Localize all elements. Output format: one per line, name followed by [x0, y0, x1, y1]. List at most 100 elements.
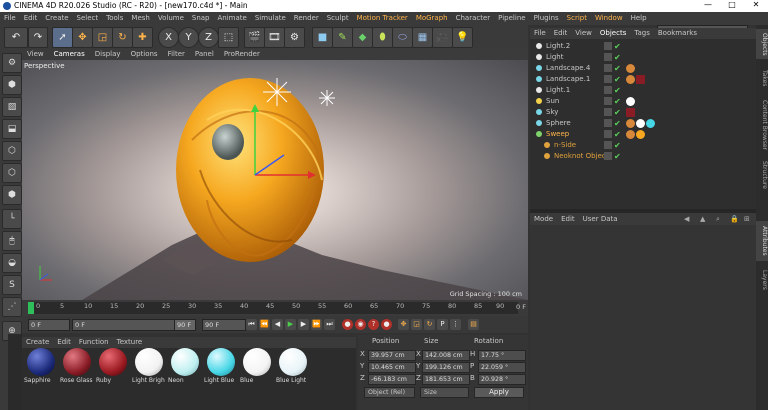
go-to-end-icon[interactable]: ⏭: [324, 319, 335, 330]
edges-mode-icon[interactable]: ⬡: [2, 163, 22, 183]
record-position-icon[interactable]: ✥: [398, 319, 409, 330]
render-settings-icon[interactable]: ⚙: [284, 27, 305, 48]
make-editable-icon[interactable]: ⚙: [2, 53, 22, 73]
object-row[interactable]: Light ✔: [530, 52, 756, 63]
menu-sculpt[interactable]: Sculpt: [323, 12, 353, 25]
timeline-ruler[interactable]: 0 5 10 15 20 25 30 35 40 45 50 55 60 65 …: [28, 302, 518, 314]
preview-max-field[interactable]: 90 F: [174, 319, 196, 331]
enabled-check-icon[interactable]: ✔: [614, 107, 621, 118]
material-item[interactable]: Neon: [168, 348, 202, 392]
material-item[interactable]: Blue: [240, 348, 274, 392]
material-item[interactable]: Light Blue: [204, 348, 238, 392]
object-row[interactable]: Sky ✔: [530, 107, 756, 118]
timeline-playhead[interactable]: [28, 302, 34, 314]
visibility-flag[interactable]: [604, 75, 612, 83]
redo-icon[interactable]: ↷: [28, 27, 48, 48]
apply-button[interactable]: Apply: [474, 387, 524, 398]
up-arrow-icon[interactable]: ▲: [696, 213, 709, 225]
menu-pipeline[interactable]: Pipeline: [494, 12, 529, 25]
rotate-tool-icon[interactable]: ↻: [112, 27, 133, 48]
visibility-flag[interactable]: [604, 152, 612, 160]
snap-icon[interactable]: S: [2, 275, 22, 295]
scale-tool-icon[interactable]: ◲: [92, 27, 113, 48]
autokey-icon[interactable]: ◉: [355, 319, 366, 330]
menu-script[interactable]: Script: [563, 12, 591, 25]
coordinate-mode-dropdown[interactable]: Object (Rel): [364, 387, 415, 398]
undo-icon[interactable]: ↶: [4, 27, 28, 48]
viewport-menu-panel[interactable]: Panel: [190, 49, 219, 60]
coordinate-system-icon[interactable]: ⬚: [218, 27, 239, 48]
tab-content-browser[interactable]: Content Browser: [756, 97, 768, 153]
material-item[interactable]: Blue Light: [276, 348, 310, 392]
material-item[interactable]: Ruby: [96, 348, 130, 392]
visibility-flag[interactable]: [604, 53, 612, 61]
enabled-check-icon[interactable]: ✔: [614, 41, 621, 52]
material-tag-icon[interactable]: [626, 119, 635, 128]
size-x-field[interactable]: 142.008 cm: [422, 350, 470, 361]
model-mode-icon[interactable]: ⬢: [2, 75, 22, 95]
record-scale-icon[interactable]: ◲: [411, 319, 422, 330]
rotation-h-field[interactable]: 17.75 °: [478, 350, 526, 361]
object-row[interactable]: Landscape.4 ✔: [530, 63, 756, 74]
material-item[interactable]: Light Brigh: [132, 348, 166, 392]
enabled-check-icon[interactable]: ✔: [614, 96, 621, 107]
transform-tool-icon[interactable]: ✚: [132, 27, 153, 48]
tweak-mode-icon[interactable]: 🖱: [2, 231, 22, 251]
attr-menu-edit[interactable]: Edit: [557, 213, 579, 225]
enabled-check-icon[interactable]: ✔: [614, 140, 621, 151]
menu-help[interactable]: Help: [627, 12, 651, 25]
menu-motion-tracker[interactable]: Motion Tracker: [353, 12, 412, 25]
tab-structure[interactable]: Structure: [756, 157, 768, 193]
new-attribute-manager-icon[interactable]: ⊞: [740, 213, 754, 225]
position-z-field[interactable]: -66.183 cm: [368, 374, 416, 385]
material-menu-texture[interactable]: Texture: [113, 337, 147, 348]
z-axis-lock-button[interactable]: Z: [198, 27, 219, 48]
material-tag-icon[interactable]: [646, 119, 655, 128]
object-row[interactable]: Light.1 ✔: [530, 85, 756, 96]
visibility-flag[interactable]: [604, 119, 612, 127]
timeline-window-icon[interactable]: ▤: [468, 319, 479, 330]
size-mode-dropdown[interactable]: Size: [420, 387, 469, 398]
record-parameter-icon[interactable]: P: [437, 319, 448, 330]
visibility-flag[interactable]: [604, 86, 612, 94]
material-menu-edit[interactable]: Edit: [53, 337, 75, 348]
pen-spline-icon[interactable]: ✎: [332, 27, 353, 48]
quantize-icon[interactable]: ⋰: [2, 297, 22, 317]
menu-character[interactable]: Character: [452, 12, 495, 25]
menu-animate[interactable]: Animate: [214, 12, 251, 25]
menu-tools[interactable]: Tools: [102, 12, 127, 25]
axis-mode-icon[interactable]: └: [2, 209, 22, 229]
enabled-check-icon[interactable]: ✔: [614, 52, 621, 63]
size-z-field[interactable]: 181.653 cm: [422, 374, 470, 385]
viewport-menu-filter[interactable]: Filter: [163, 49, 190, 60]
prev-key-icon[interactable]: ⏪: [259, 319, 270, 330]
enabled-check-icon[interactable]: ✔: [614, 74, 621, 85]
maximize-button[interactable]: □: [720, 0, 744, 9]
workplane-icon[interactable]: ⬓: [2, 119, 22, 139]
render-picture-viewer-icon[interactable]: 🎞: [264, 27, 285, 48]
material-menu-create[interactable]: Create: [22, 337, 53, 348]
material-menu-function[interactable]: Function: [75, 337, 113, 348]
sphere-object[interactable]: [212, 124, 244, 160]
visibility-flag[interactable]: [604, 108, 612, 116]
enabled-check-icon[interactable]: ✔: [614, 63, 621, 74]
menu-snap[interactable]: Snap: [188, 12, 214, 25]
render-view-icon[interactable]: 🎬: [244, 27, 265, 48]
viewport-menu-view[interactable]: View: [22, 49, 49, 60]
om-menu-tags[interactable]: Tags: [630, 28, 654, 39]
go-to-start-icon[interactable]: ⏮: [246, 319, 257, 330]
visibility-flag[interactable]: [604, 97, 612, 105]
om-menu-edit[interactable]: Edit: [550, 28, 572, 39]
next-key-icon[interactable]: ⏩: [311, 319, 322, 330]
position-x-field[interactable]: 39.957 cm: [368, 350, 416, 361]
search-icon[interactable]: ⌕: [712, 213, 724, 225]
menu-window[interactable]: Window: [591, 12, 627, 25]
menu-edit[interactable]: Edit: [20, 12, 42, 25]
position-y-field[interactable]: 10.465 cm: [368, 362, 416, 373]
object-row[interactable]: Neoknot Object ✔: [530, 151, 756, 162]
timeline[interactable]: 0 5 10 15 20 25 30 35 40 45 50 55 60 65 …: [22, 300, 528, 316]
end-frame-field[interactable]: 90 F: [202, 319, 246, 331]
material-tag-icon[interactable]: [626, 108, 635, 117]
attr-menu-user-data[interactable]: User Data: [579, 213, 622, 225]
prev-frame-icon[interactable]: ◀: [272, 319, 283, 330]
